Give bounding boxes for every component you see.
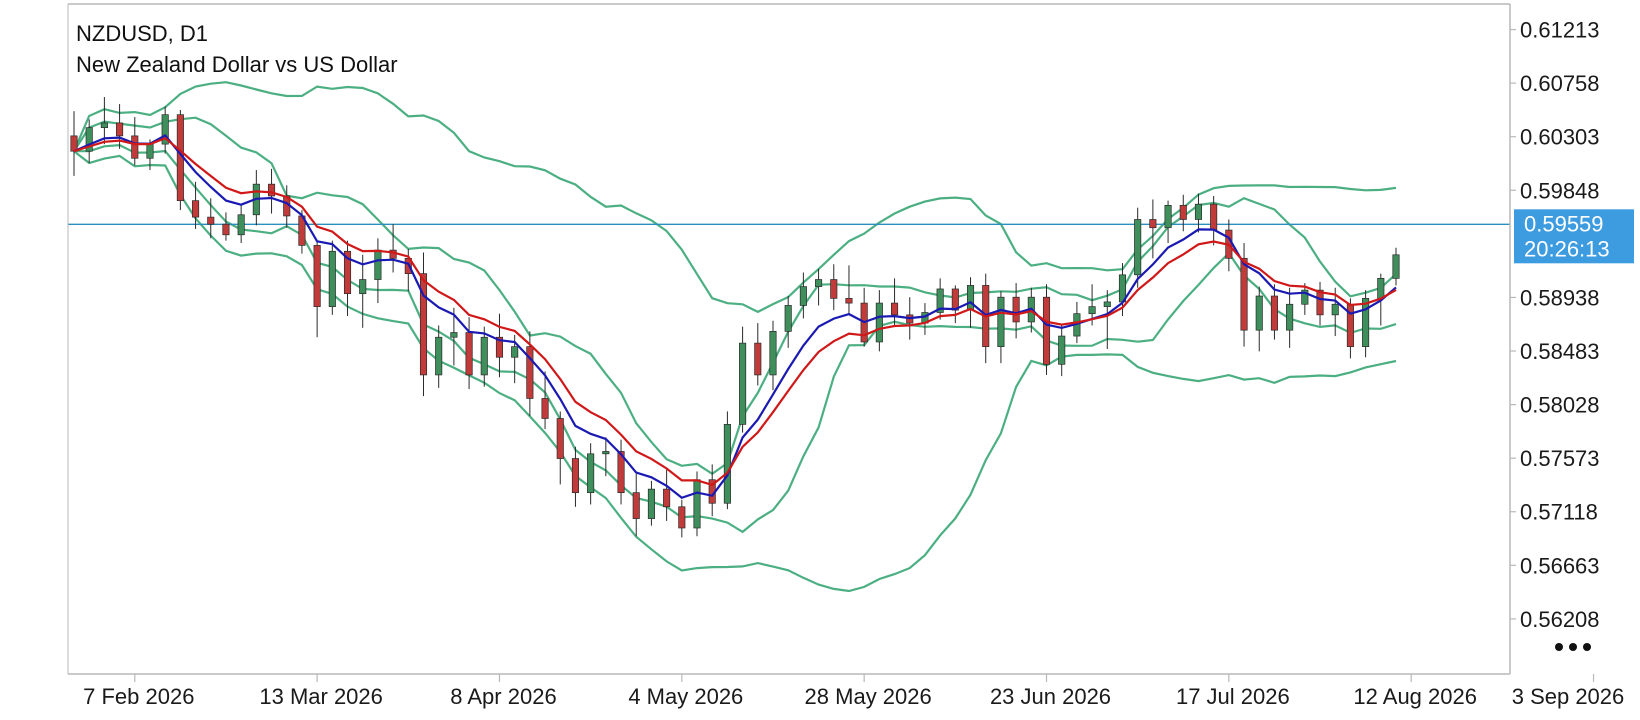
symbol-timeframe: NZDUSD, D1 [76,21,209,46]
bull-candle [435,336,443,376]
bear-candle [830,279,838,299]
bear-candle [632,492,640,519]
time-tick-label: 13 Mar 2026 [259,684,383,709]
bear-candle [891,302,899,316]
price-tick-label: 0.57118 [1520,500,1598,525]
bear-candle [465,332,473,376]
axes: 0.61213 0.60758 0.60303 0.59848 0.58938 0.584… [67,3,1625,709]
bull-candle [1088,306,1096,315]
bull-candle [1362,298,1370,348]
bear-candle [116,122,124,137]
bull-candle [1058,335,1066,365]
price-tick-label: 0.59848 [1520,178,1600,203]
bear-candle [754,342,762,376]
price-tick-label: 0.58938 [1520,285,1600,310]
bull-candle [1164,205,1172,229]
bear-candle [192,200,200,218]
chart-area[interactable]: 0.61213 0.60758 0.60303 0.59848 0.58938 0.584… [0,0,1640,720]
bull-candle [480,336,488,376]
bear-candle [1316,289,1324,316]
bull-candle [1194,203,1203,220]
bull-candle [374,249,382,280]
time-tick-label: 3 Sep 2026 [1512,684,1625,709]
price-tag-countdown: 20:26:13 [1524,236,1610,261]
bull-candle [647,488,655,519]
bollinger-lower-inner [74,143,1397,534]
bull-candle [511,346,519,358]
bollinger-upper-inner [73,116,1397,476]
price-tick-label: 0.56208 [1520,607,1600,632]
price-tag: 0.59559 20:26:13 [1514,209,1634,264]
price-tick-label: 0.56663 [1520,553,1600,578]
bull-candle [146,143,154,159]
price-tick-label: 0.61213 [1520,18,1600,43]
bear-candle [1240,257,1248,331]
price-tick-label: 0.57573 [1520,446,1600,471]
bear-candle [70,135,78,152]
bull-candle [1286,303,1294,331]
bull-candle [1103,301,1111,307]
time-tick-label: 28 May 2026 [805,684,932,709]
bull-candle [100,122,108,128]
bear-candle [678,506,686,529]
bear-candle [541,398,549,419]
bear-candle [1270,295,1278,331]
time-tick-label: 8 Apr 2026 [450,684,556,709]
bull-candle [450,332,458,338]
time-tick-label: 4 May 2026 [628,684,743,709]
bull-candle [739,342,747,425]
bull-candle [237,214,245,236]
more-dots-icon[interactable] [1552,636,1600,658]
bull-candle [997,296,1005,348]
time-tick-label: 23 Jun 2026 [990,684,1111,709]
bull-candle [799,286,807,306]
bull-candle [1331,303,1339,316]
bear-candle [845,298,853,304]
time-tick-label: 7 Feb 2026 [83,684,194,709]
bull-candle [966,285,975,311]
bear-candle [267,183,276,197]
bear-candle [1179,205,1187,220]
bull-candle [815,279,823,287]
symbol-header: NZDUSD, D1 New Zealand Dollar vs US Doll… [76,18,398,80]
bull-candle [769,330,777,376]
bull-candle [1255,295,1263,331]
bear-candle [663,488,671,508]
bear-candle [207,216,215,225]
bear-candle [1042,296,1051,365]
bear-candle [571,458,579,494]
bull-candle [723,424,731,504]
price-tag-price: 0.59559 [1524,211,1604,236]
bull-candle [328,250,336,307]
bull-candle [784,305,792,332]
bull-candle [587,453,595,494]
bear-candle [556,418,564,459]
price-tick-label: 0.60758 [1520,71,1600,96]
time-tick-label: 17 Jul 2026 [1176,684,1290,709]
bull-candle [875,302,883,343]
bollinger-bands [72,81,1397,593]
bear-candle [131,135,139,159]
bull-candle [1392,254,1400,279]
symbol-description: New Zealand Dollar vs US Dollar [76,52,398,77]
bull-candle [693,479,701,529]
time-tick-label: 12 Aug 2026 [1353,684,1477,709]
bear-candle [1149,219,1157,229]
bull-candle [602,451,610,455]
chart-canvas[interactable]: 0.61213 0.60758 0.60303 0.59848 0.58938 0.584… [0,0,1640,720]
price-tick-label: 0.58483 [1520,339,1600,364]
bollinger-upper-outer [72,81,1397,314]
bear-candle [1012,296,1020,323]
bear-candle [222,223,230,236]
bull-candle [1134,219,1142,276]
bear-candle [1210,203,1218,231]
bull-candle [1377,278,1385,299]
bear-candle [313,245,321,307]
price-tick-label: 0.60303 [1520,125,1600,150]
bull-candle [359,279,367,295]
price-tick-label: 0.58028 [1520,393,1600,418]
